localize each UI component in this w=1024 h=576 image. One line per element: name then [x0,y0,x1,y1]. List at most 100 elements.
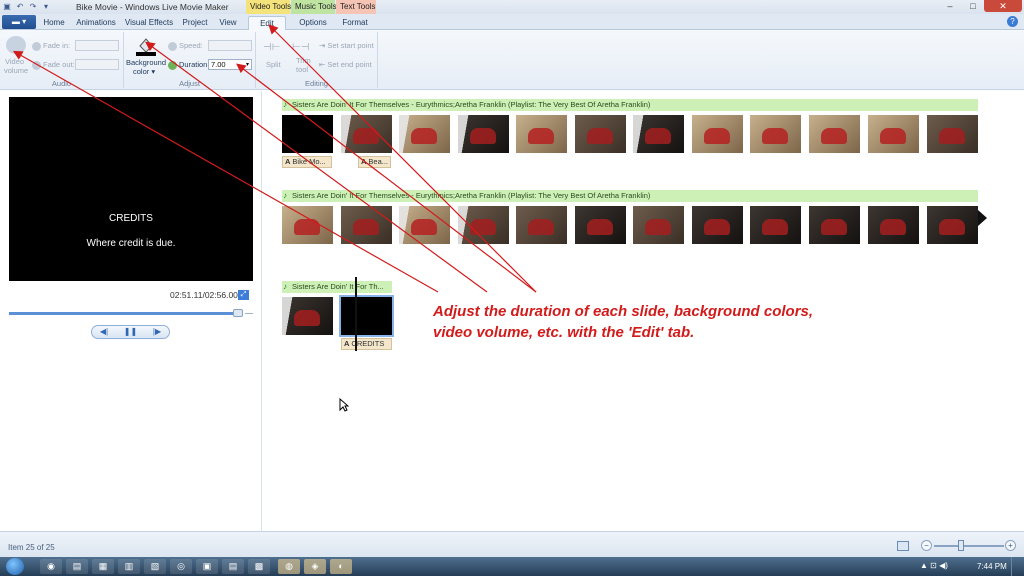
set-end-point-button[interactable]: ⇤ Set end point [319,60,372,69]
minimize-button[interactable]: – [938,0,962,12]
background-color-label[interactable]: Background [126,58,166,67]
zoom-in-button[interactable]: + [1005,540,1016,551]
tab-animations[interactable]: Animations [74,16,118,30]
clip-thumbnail[interactable] [692,206,743,244]
duration-field[interactable]: 7.00 ▾ [208,59,252,70]
split-icon[interactable]: ⊣⊢ [263,42,280,53]
taskbar-app-icon[interactable]: ▣ [196,559,218,574]
zoom-slider-thumb[interactable] [958,540,964,551]
clip-thumbnail[interactable] [282,206,333,244]
caption-tag-beauty[interactable]: A Bea... [358,156,391,168]
clip-thumbnail[interactable] [458,206,509,244]
speed-dropdown[interactable] [208,40,252,51]
tab-visual-effects[interactable]: Visual Effects [124,16,174,30]
clip-thumbnail[interactable] [868,115,919,153]
taskbar-app-icon[interactable]: ▤ [66,559,88,574]
taskbar-clock[interactable]: 7:44 PM [977,562,1007,571]
clip-thumbnail[interactable] [399,206,450,244]
customize-dropdown-icon[interactable]: ▾ [41,2,51,12]
clip-thumbnail[interactable] [809,115,860,153]
zoom-slider[interactable] [934,545,1004,547]
trim-tool-label-2[interactable]: tool [296,65,308,74]
taskbar-app-icon[interactable]: ◎ [170,559,192,574]
caption-tag-credits[interactable]: A CREDITS [341,338,392,350]
music-track-1[interactable]: Sisters Are Doin' It For Themselves - Eu… [282,99,978,111]
zoom-out-button[interactable]: − [921,540,932,551]
clip-thumbnail-credits-selected[interactable] [339,295,394,337]
clip-thumbnail[interactable] [458,115,509,153]
taskbar-app-icon[interactable]: ▦ [92,559,114,574]
speed-control[interactable]: Speed: [168,41,203,51]
fade-out-control[interactable]: Fade out: [32,60,75,70]
clip-thumbnail[interactable] [575,115,626,153]
tab-view[interactable]: View [216,16,240,30]
app-menu-button[interactable]: ▬ ▾ [2,15,36,29]
clip-thumbnail[interactable] [809,206,860,244]
clip-thumbnail[interactable] [282,115,333,153]
fade-out-dropdown[interactable] [75,59,119,70]
paint-bucket-icon[interactable] [135,36,157,56]
seek-thumb[interactable] [233,309,243,317]
clip-thumbnail[interactable] [692,115,743,153]
clip-thumbnail[interactable] [575,206,626,244]
split-button[interactable]: Split [266,60,281,69]
fade-in-control[interactable]: Fade in: [32,41,70,51]
trim-tool-label[interactable]: Trim [296,56,311,65]
tab-format[interactable]: Format [340,16,370,30]
clip-thumbnail[interactable] [399,115,450,153]
clip-thumbnail[interactable] [341,206,392,244]
maximize-button[interactable]: □ [962,0,984,12]
taskbar-app-icon[interactable]: ▤ [222,559,244,574]
system-tray[interactable]: ▲ ⊡ ◀) [920,561,948,570]
help-icon[interactable]: ? [1007,16,1018,27]
storyboard-view-icon[interactable] [897,541,909,551]
clip-thumbnail[interactable] [750,206,801,244]
pause-button[interactable]: ❚❚ [124,326,137,338]
video-volume-label-2[interactable]: volume [4,66,28,75]
duration-dropdown-icon[interactable]: ▾ [246,60,249,70]
undo-icon[interactable]: ↶ [15,2,25,12]
music-track-3[interactable]: Sisters Are Doin' It For Th... [282,281,392,293]
clip-thumbnail[interactable] [750,115,801,153]
clip-thumbnail[interactable] [341,115,392,153]
video-volume-icon[interactable] [6,36,26,54]
annotation-text: Adjust the duration of each slide, backg… [433,301,813,343]
show-desktop-button[interactable] [1011,557,1024,576]
tab-edit[interactable]: Edit [248,16,286,30]
trim-tool-icon[interactable]: ⊢⊣ [292,42,309,53]
close-button[interactable]: ✕ [984,0,1022,12]
clip-thumbnail[interactable] [516,206,567,244]
taskbar-movie-maker-icon[interactable]: ◐ [330,559,352,574]
taskbar-app-icon[interactable]: ◉ [40,559,62,574]
fade-in-dropdown[interactable] [75,40,119,51]
video-volume-label[interactable]: Video [5,57,24,66]
previous-frame-button[interactable]: ◀| [100,326,108,338]
music-track-2[interactable]: Sisters Are Doin' It For Themselves - Eu… [282,190,978,202]
preview-monitor[interactable]: CREDITS Where credit is due. [9,97,253,281]
clip-thumbnail[interactable] [633,206,684,244]
next-frame-button[interactable]: |▶ [153,326,161,338]
taskbar-app-icon[interactable]: ▧ [144,559,166,574]
taskbar-app-icon[interactable]: ▩ [248,559,270,574]
start-button[interactable] [6,558,24,575]
set-start-point-button[interactable]: ⇥ Set start point [319,41,374,50]
tab-options[interactable]: Options [294,16,332,30]
seek-bar[interactable] [9,312,235,315]
clip-thumbnail[interactable] [516,115,567,153]
background-color-label-2[interactable]: color ▾ [133,67,155,76]
save-icon[interactable]: ▣ [2,2,12,12]
tab-home[interactable]: Home [40,16,68,30]
playhead[interactable] [355,277,357,351]
caption-tag-bike-movie[interactable]: A Bike Mo... [282,156,332,168]
tab-project[interactable]: Project [180,16,210,30]
clip-thumbnail[interactable] [927,115,978,153]
taskbar-app-icon[interactable]: ◈ [304,559,326,574]
clip-thumbnail[interactable] [868,206,919,244]
taskbar-app-icon[interactable]: ◍ [278,559,300,574]
clip-thumbnail[interactable] [927,206,978,244]
taskbar-app-icon[interactable]: ▥ [118,559,140,574]
clip-thumbnail[interactable] [633,115,684,153]
fullscreen-icon[interactable]: ⤢ [238,290,249,300]
redo-icon[interactable]: ↷ [28,2,38,12]
clip-thumbnail[interactable] [282,297,333,335]
